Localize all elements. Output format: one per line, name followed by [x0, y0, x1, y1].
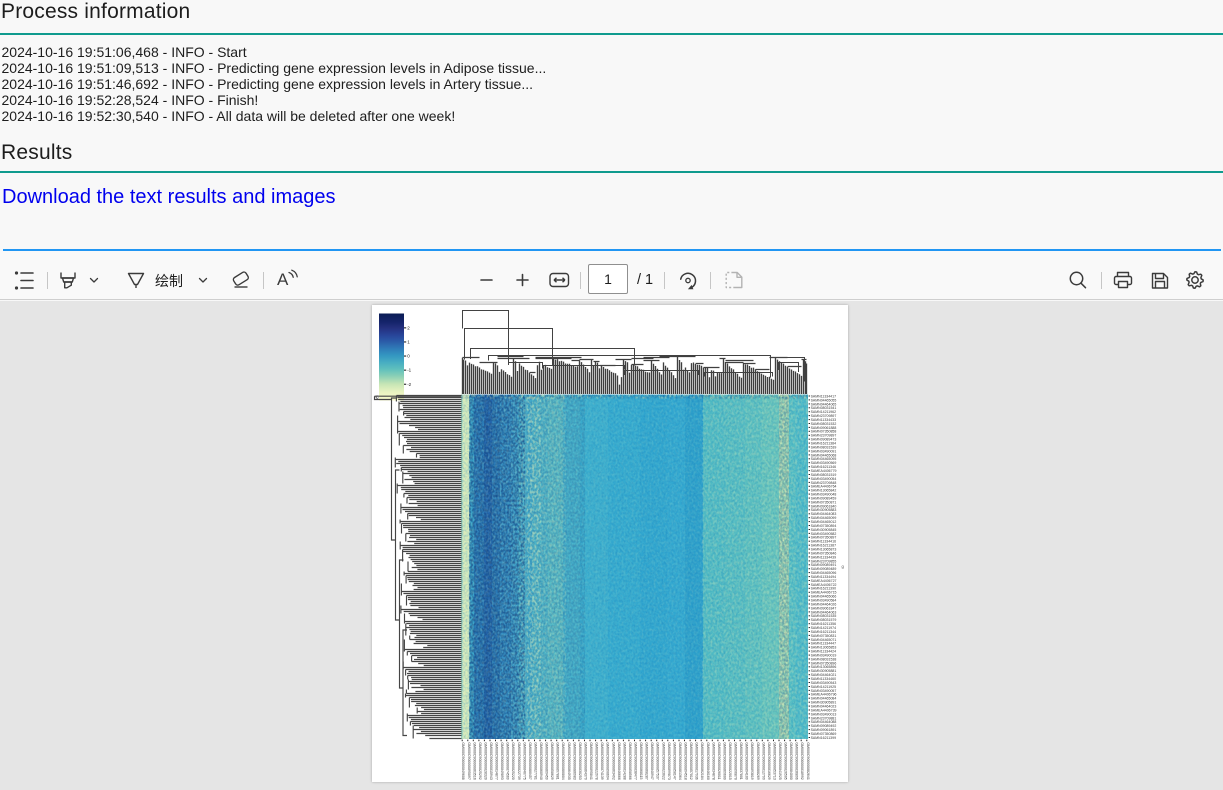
svg-text:GM000C900000836896: GM000C900000836896: [795, 742, 799, 779]
svg-text:GM000C900000890694: GM000C900000890694: [606, 742, 610, 779]
svg-text:GM000C900000884000: GM000C900000884000: [789, 742, 793, 779]
svg-text:GM000C900000825220: GM000C900000825220: [511, 742, 515, 779]
svg-text:GM000C900000858629: GM000C900000858629: [550, 742, 554, 779]
svg-text:GM000C900000868287: GM000C900000868287: [645, 742, 649, 779]
svg-text:SAMN16211399: SAMN16211399: [811, 736, 836, 740]
svg-text:GM000C900000895841: GM000C900000895841: [589, 742, 593, 779]
svg-text:GM000C900000815943: GM000C900000815943: [489, 742, 493, 779]
svg-text:GM000C900000814877: GM000C900000814877: [495, 742, 499, 779]
svg-text:GM000C900000862184: GM000C900000862184: [700, 742, 704, 779]
svg-text:GM000C900000886983: GM000C900000886983: [572, 742, 576, 779]
svg-text:GM000C900000840775: GM000C900000840775: [522, 742, 526, 779]
svg-text:GM000C900000874139: GM000C900000874139: [600, 742, 604, 779]
svg-text:GM000C900000857012: GM000C900000857012: [689, 742, 693, 779]
svg-text:GM000C900000897881: GM000C900000897881: [556, 742, 560, 779]
svg-text:GM000C900000840947: GM000C900000840947: [650, 742, 654, 779]
svg-text:GM000C900000880804: GM000C900000880804: [561, 742, 565, 779]
svg-text:GM000C900000853713: GM000C900000853713: [773, 742, 777, 779]
svg-text:GM000C900000863492: GM000C900000863492: [611, 742, 615, 779]
svg-text:GM000C900000858147: GM000C900000858147: [672, 742, 676, 779]
svg-text:GM000C900000827781: GM000C900000827781: [534, 742, 538, 779]
svg-text:A: A: [277, 270, 289, 289]
svg-text:GM000C900000880457: GM000C900000880457: [528, 742, 532, 779]
svg-text:GM000C900000826505: GM000C900000826505: [784, 742, 788, 779]
svg-text:GM000C900000822739: GM000C900000822739: [517, 742, 521, 779]
svg-text:GM000C900000882641: GM000C900000882641: [806, 742, 810, 779]
svg-text:GM000C900000841925: GM000C900000841925: [778, 742, 782, 779]
svg-text:GM000C900000823022: GM000C900000823022: [661, 742, 665, 779]
svg-text:GM000C900000812799: GM000C900000812799: [761, 742, 765, 779]
svg-text:GM000C900000869600: GM000C900000869600: [722, 742, 726, 779]
svg-text:GM000C900000869459: GM000C900000869459: [545, 742, 549, 779]
svg-text:GM000C900000881364: GM000C900000881364: [678, 742, 682, 779]
svg-text:GM000C900000822978: GM000C900000822978: [595, 742, 599, 779]
svg-text:GM000C900000846160: GM000C900000846160: [706, 742, 710, 779]
svg-text:GM000C900000894518: GM000C900000894518: [684, 742, 688, 779]
svg-text:GM000C900000818992: GM000C900000818992: [800, 742, 804, 779]
svg-text:GM000C900000888269: GM000C900000888269: [756, 742, 760, 779]
svg-text:-1: -1: [407, 368, 411, 373]
svg-text:GM000C900000816629: GM000C900000816629: [767, 742, 771, 779]
svg-text:GM000C900000893819: GM000C900000893819: [750, 742, 754, 779]
svg-text:GM000C900000857537: GM000C900000857537: [656, 742, 660, 779]
svg-text:GM000C900000846666: GM000C900000846666: [617, 742, 621, 779]
svg-text:GM000C900000814288: GM000C900000814288: [622, 742, 626, 779]
svg-text:-2: -2: [407, 382, 411, 387]
svg-text:GM000C900000896870: GM000C900000896870: [734, 742, 738, 779]
svg-text:GM000C900000825292: GM000C900000825292: [478, 742, 482, 779]
svg-text:GM000C900000860940: GM000C900000860940: [539, 742, 543, 779]
svg-text:GM000C900000828320: GM000C900000828320: [483, 742, 487, 779]
svg-text:GM000C900000895097: GM000C900000895097: [467, 742, 471, 779]
svg-text:GM000C900000864935: GM000C900000864935: [567, 742, 571, 779]
svg-text:GM000C900000849608: GM000C900000849608: [461, 742, 465, 779]
svg-text:GM000C900000826011: GM000C900000826011: [717, 742, 721, 779]
svg-text:GM000C900000817936: GM000C900000817936: [695, 742, 699, 779]
svg-text:GM000C900000837801: GM000C900000837801: [739, 742, 743, 779]
svg-text:GM000C900000863516: GM000C900000863516: [472, 742, 476, 779]
svg-text:GM000C900000834878: GM000C900000834878: [711, 742, 715, 779]
svg-text:GM000C900000894109: GM000C900000894109: [745, 742, 749, 779]
svg-text:GM000C900000822015: GM000C900000822015: [728, 742, 732, 779]
svg-text:GM000C900000864379: GM000C900000864379: [584, 742, 588, 779]
svg-text:GM000C900000830253: GM000C900000830253: [578, 742, 582, 779]
svg-text:GM000C900000858566: GM000C900000858566: [628, 742, 632, 779]
svg-text:GM000C900000899873: GM000C900000899873: [667, 742, 671, 779]
svg-text:GM000C900000874569: GM000C900000874569: [506, 742, 510, 779]
svg-text:GM000C900000838477: GM000C900000838477: [634, 742, 638, 779]
svg-text:GM000C900000868115: GM000C900000868115: [639, 742, 643, 779]
svg-text:GM000C900000849893: GM000C900000849893: [500, 742, 504, 779]
